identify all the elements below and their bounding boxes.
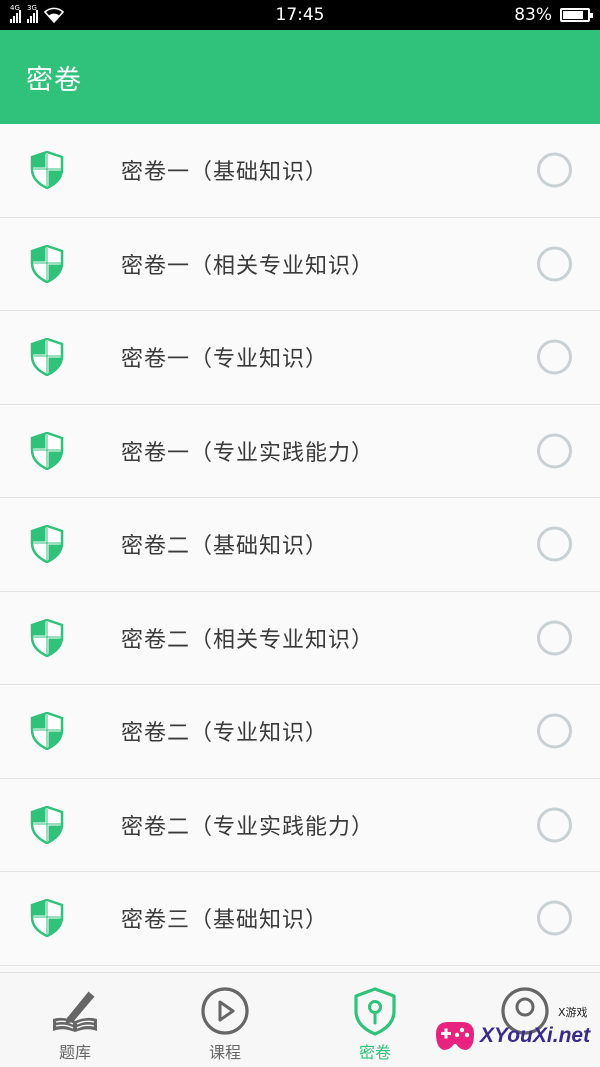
shield-icon: [30, 618, 64, 657]
status-time: 17:45: [275, 5, 325, 25]
list-item[interactable]: 密卷一（专业知识）: [0, 311, 600, 405]
nav-label: 密卷: [358, 1043, 391, 1062]
list-item-label: 密卷二（相关专业知识）: [121, 627, 375, 653]
shield-icon: [30, 805, 64, 844]
tab-courses[interactable]: 课程: [150, 973, 300, 1067]
exam-list: 密卷一（基础知识） 密卷一（相关专业知识） 密卷一（专业知识） 密卷一（专业实践能力）…: [0, 124, 600, 966]
signal-3g-icon: 3G: [27, 4, 38, 23]
signal-4g-icon: 4G: [10, 4, 21, 23]
signal-tag: 4G: [10, 4, 20, 12]
shield-icon: [30, 712, 64, 751]
tab-secret-papers[interactable]: 密卷: [300, 973, 450, 1067]
list-item[interactable]: 密卷二（相关专业知识）: [0, 591, 600, 685]
nav-label: 题库: [58, 1043, 91, 1062]
shield-icon: [30, 899, 64, 938]
shield-icon: [30, 431, 64, 470]
list-item-label: 密卷二（专业知识）: [121, 721, 329, 747]
app-bar: 密卷: [0, 30, 600, 124]
shield-icon: [30, 338, 64, 377]
radio-button[interactable]: [537, 900, 572, 936]
list-item-label: 密卷一（相关专业知识）: [121, 253, 375, 279]
list-item-label: 密卷二（专业实践能力）: [121, 814, 375, 840]
list-item-label: 密卷三（基础知识）: [121, 908, 329, 934]
status-bar: 4G 3G 17:45 83%: [0, 0, 600, 30]
battery-percent: 83%: [514, 5, 552, 25]
book-pen-icon: [53, 990, 97, 1032]
user-circle-icon: [501, 987, 549, 1035]
key-shield-icon: [354, 987, 396, 1036]
signal-tag: 3G: [27, 4, 37, 12]
radio-button[interactable]: [537, 620, 572, 656]
list-item[interactable]: 密卷二（专业实践能力）: [0, 778, 600, 872]
list-item[interactable]: 密卷一（专业实践能力）: [0, 404, 600, 498]
radio-button[interactable]: [537, 246, 572, 282]
list-item-label: 密卷二（基础知识）: [121, 534, 329, 560]
list-item[interactable]: 密卷三（基础知识）: [0, 872, 600, 966]
list-item[interactable]: 密卷二（专业知识）: [0, 685, 600, 779]
status-left: 4G 3G: [10, 4, 64, 23]
radio-button[interactable]: [537, 339, 572, 375]
radio-button[interactable]: [537, 713, 572, 749]
list-item[interactable]: 密卷一（基础知识）: [0, 124, 600, 218]
page-title: 密卷: [26, 64, 82, 96]
status-right: 83%: [514, 5, 593, 25]
shield-icon: [30, 525, 64, 564]
tab-question-bank[interactable]: 题库: [0, 973, 150, 1067]
radio-button[interactable]: [537, 807, 572, 843]
list-item-label: 密卷一（专业实践能力）: [121, 440, 375, 466]
bottom-nav: 题库 课程 密卷: [0, 972, 600, 1067]
list-item[interactable]: 密卷二（基础知识）: [0, 498, 600, 592]
play-circle-icon: [201, 987, 249, 1035]
list-item-label: 密卷一（基础知识）: [121, 160, 329, 186]
radio-button[interactable]: [537, 433, 572, 469]
list-item-label: 密卷一（专业知识）: [121, 347, 329, 373]
battery-icon: [560, 8, 593, 22]
wifi-icon: [44, 7, 64, 23]
nav-label: 课程: [208, 1043, 241, 1062]
shield-icon: [30, 244, 64, 283]
list-item[interactable]: 密卷一（相关专业知识）: [0, 217, 600, 311]
shield-icon: [30, 151, 64, 190]
tab-profile[interactable]: [450, 973, 600, 1067]
radio-button[interactable]: [537, 526, 572, 562]
radio-button[interactable]: [537, 152, 572, 188]
